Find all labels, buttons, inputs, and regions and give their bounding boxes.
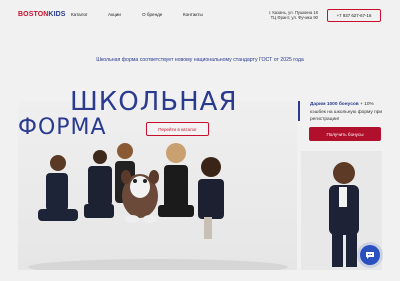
bonus-accent-bar xyxy=(298,101,300,121)
get-bonuses-button[interactable]: Получить бонусы xyxy=(309,127,381,141)
phone-button[interactable]: +7 937 627-67-16 xyxy=(327,9,381,22)
chat-bubble-icon xyxy=(366,252,374,259)
store-addresses: г. Казань, ул. Пушкина 18 ТЦ Франт, ул. … xyxy=(262,10,318,21)
bonus-highlight: Дарим 1000 бонусов xyxy=(310,102,359,107)
nav-catalog[interactable]: Каталог xyxy=(71,12,88,17)
address-line-2: ТЦ Франт, ул. Фучика 90 xyxy=(270,15,318,21)
nav-promotions[interactable]: Акции xyxy=(108,12,121,17)
logo-part-kids: KIDS xyxy=(48,11,66,18)
gost-notice: Школьная форма соответствует новому наци… xyxy=(96,57,304,63)
hero-title-line-2: ФОРМА xyxy=(18,115,107,140)
chat-button[interactable] xyxy=(360,245,380,265)
logo-part-boston: BOSTON xyxy=(18,11,49,18)
brand-logo[interactable]: BOSTONKIDS xyxy=(18,11,66,18)
nav-about-brand[interactable]: О бренде xyxy=(142,12,162,17)
bonus-promo-text: Дарим 1000 бонусов + 10% кэшбек на школь… xyxy=(310,101,385,124)
nav-contacts[interactable]: Контакты xyxy=(183,12,203,17)
hero-title-line-1: ШКОЛЬНАЯ xyxy=(70,87,238,117)
site-header: BOSTONKIDS Каталог Акции О бренде Контак… xyxy=(0,0,400,34)
go-to-catalog-button[interactable]: Перейти в каталог xyxy=(146,122,209,136)
